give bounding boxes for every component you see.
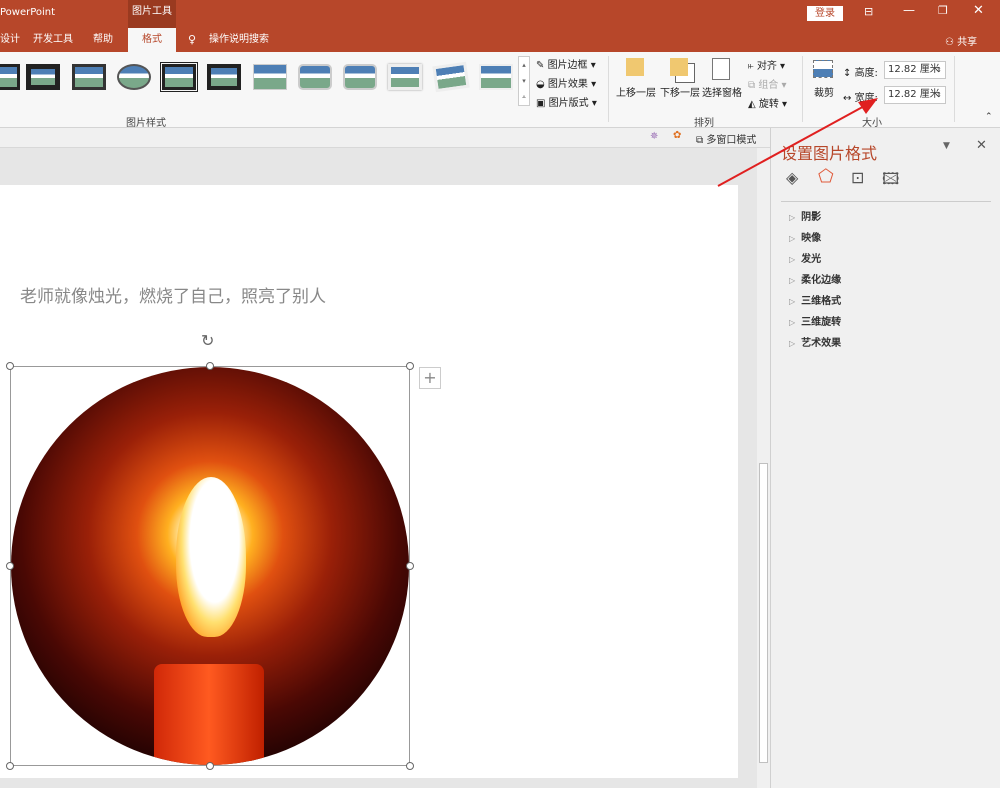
- annotation-arrow: [717, 98, 878, 187]
